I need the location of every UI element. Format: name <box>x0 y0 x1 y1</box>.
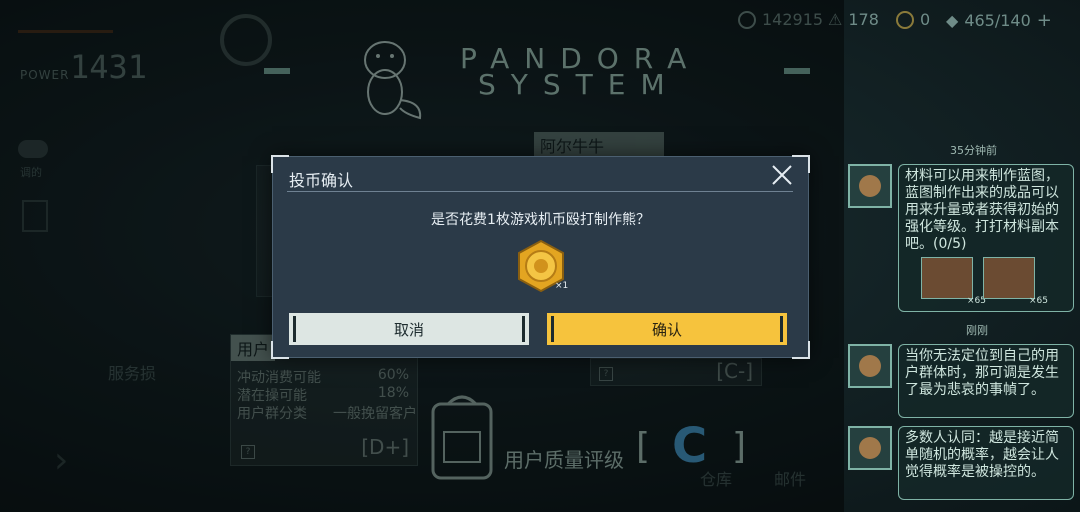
chat-time-2: 刚刚 <box>966 324 988 337</box>
bear-avatar-icon <box>848 164 892 208</box>
bear-avatar-icon <box>848 344 892 388</box>
dialog-corner <box>792 341 810 359</box>
chat-message-3: 多数人认同：越是接近简单随机的概率，越会让人觉得概率是被操控的。 <box>848 426 1074 500</box>
cancel-button[interactable]: 取消 <box>289 313 529 345</box>
close-icon[interactable] <box>770 163 794 187</box>
material-item-2[interactable]: ×65 <box>983 257 1048 306</box>
dialog-title: 投币确认 <box>289 171 354 190</box>
dialog-corner <box>792 155 810 173</box>
warning-value: 178 <box>848 10 879 29</box>
chat-message-1: 材料可以用来制作蓝图，蓝图制作出来的成品可以用来升量或者获得初始的强化等级。打打… <box>848 164 1074 312</box>
material-count-2: ×65 <box>1029 296 1048 306</box>
gems-stat: 0 <box>896 10 930 29</box>
dialog-divider <box>287 191 793 192</box>
stamina-icon: ◆ <box>946 11 959 30</box>
stamina-stat: ◆ 465/140 + <box>946 10 1052 31</box>
material-item-1[interactable]: ×65 <box>921 257 986 306</box>
gems-value: 0 <box>920 10 931 29</box>
chat-text-3: 多数人认同：越是接近简单随机的概率，越会让人觉得概率是被操控的。 <box>905 430 1059 480</box>
confirm-button[interactable]: 确认 <box>547 313 787 345</box>
dialog-corner <box>271 155 289 173</box>
chat-text-2: 当你无法定位到自己的用户群体时，那可调是发生了最为悲哀的事幀了。 <box>905 348 1059 398</box>
chat-time-1: 35分钟前 <box>950 144 997 157</box>
chat-text-1: 材料可以用来制作蓝图，蓝图制作出来的成品可以用来升量或者获得初始的强化等级。打打… <box>905 168 1059 252</box>
coin-count: ×1 <box>555 281 569 291</box>
bear-avatar-icon <box>848 426 892 470</box>
add-stamina-button[interactable]: + <box>1037 10 1052 31</box>
chat-message-2: 当你无法定位到自己的用户群体时，那可调是发生了最为悲哀的事幀了。 <box>848 344 1074 418</box>
stamina-value: 465/140 <box>964 11 1031 30</box>
gem-icon <box>896 10 914 29</box>
dialog-question: 是否花费1枚游戏机币殴打制作熊？ <box>431 212 650 228</box>
coin-confirm-dialog: 投币确认 是否花费1枚游戏机币殴打制作熊？ ×1 取消 确认 <box>271 155 810 359</box>
dialog-corner <box>271 341 289 359</box>
